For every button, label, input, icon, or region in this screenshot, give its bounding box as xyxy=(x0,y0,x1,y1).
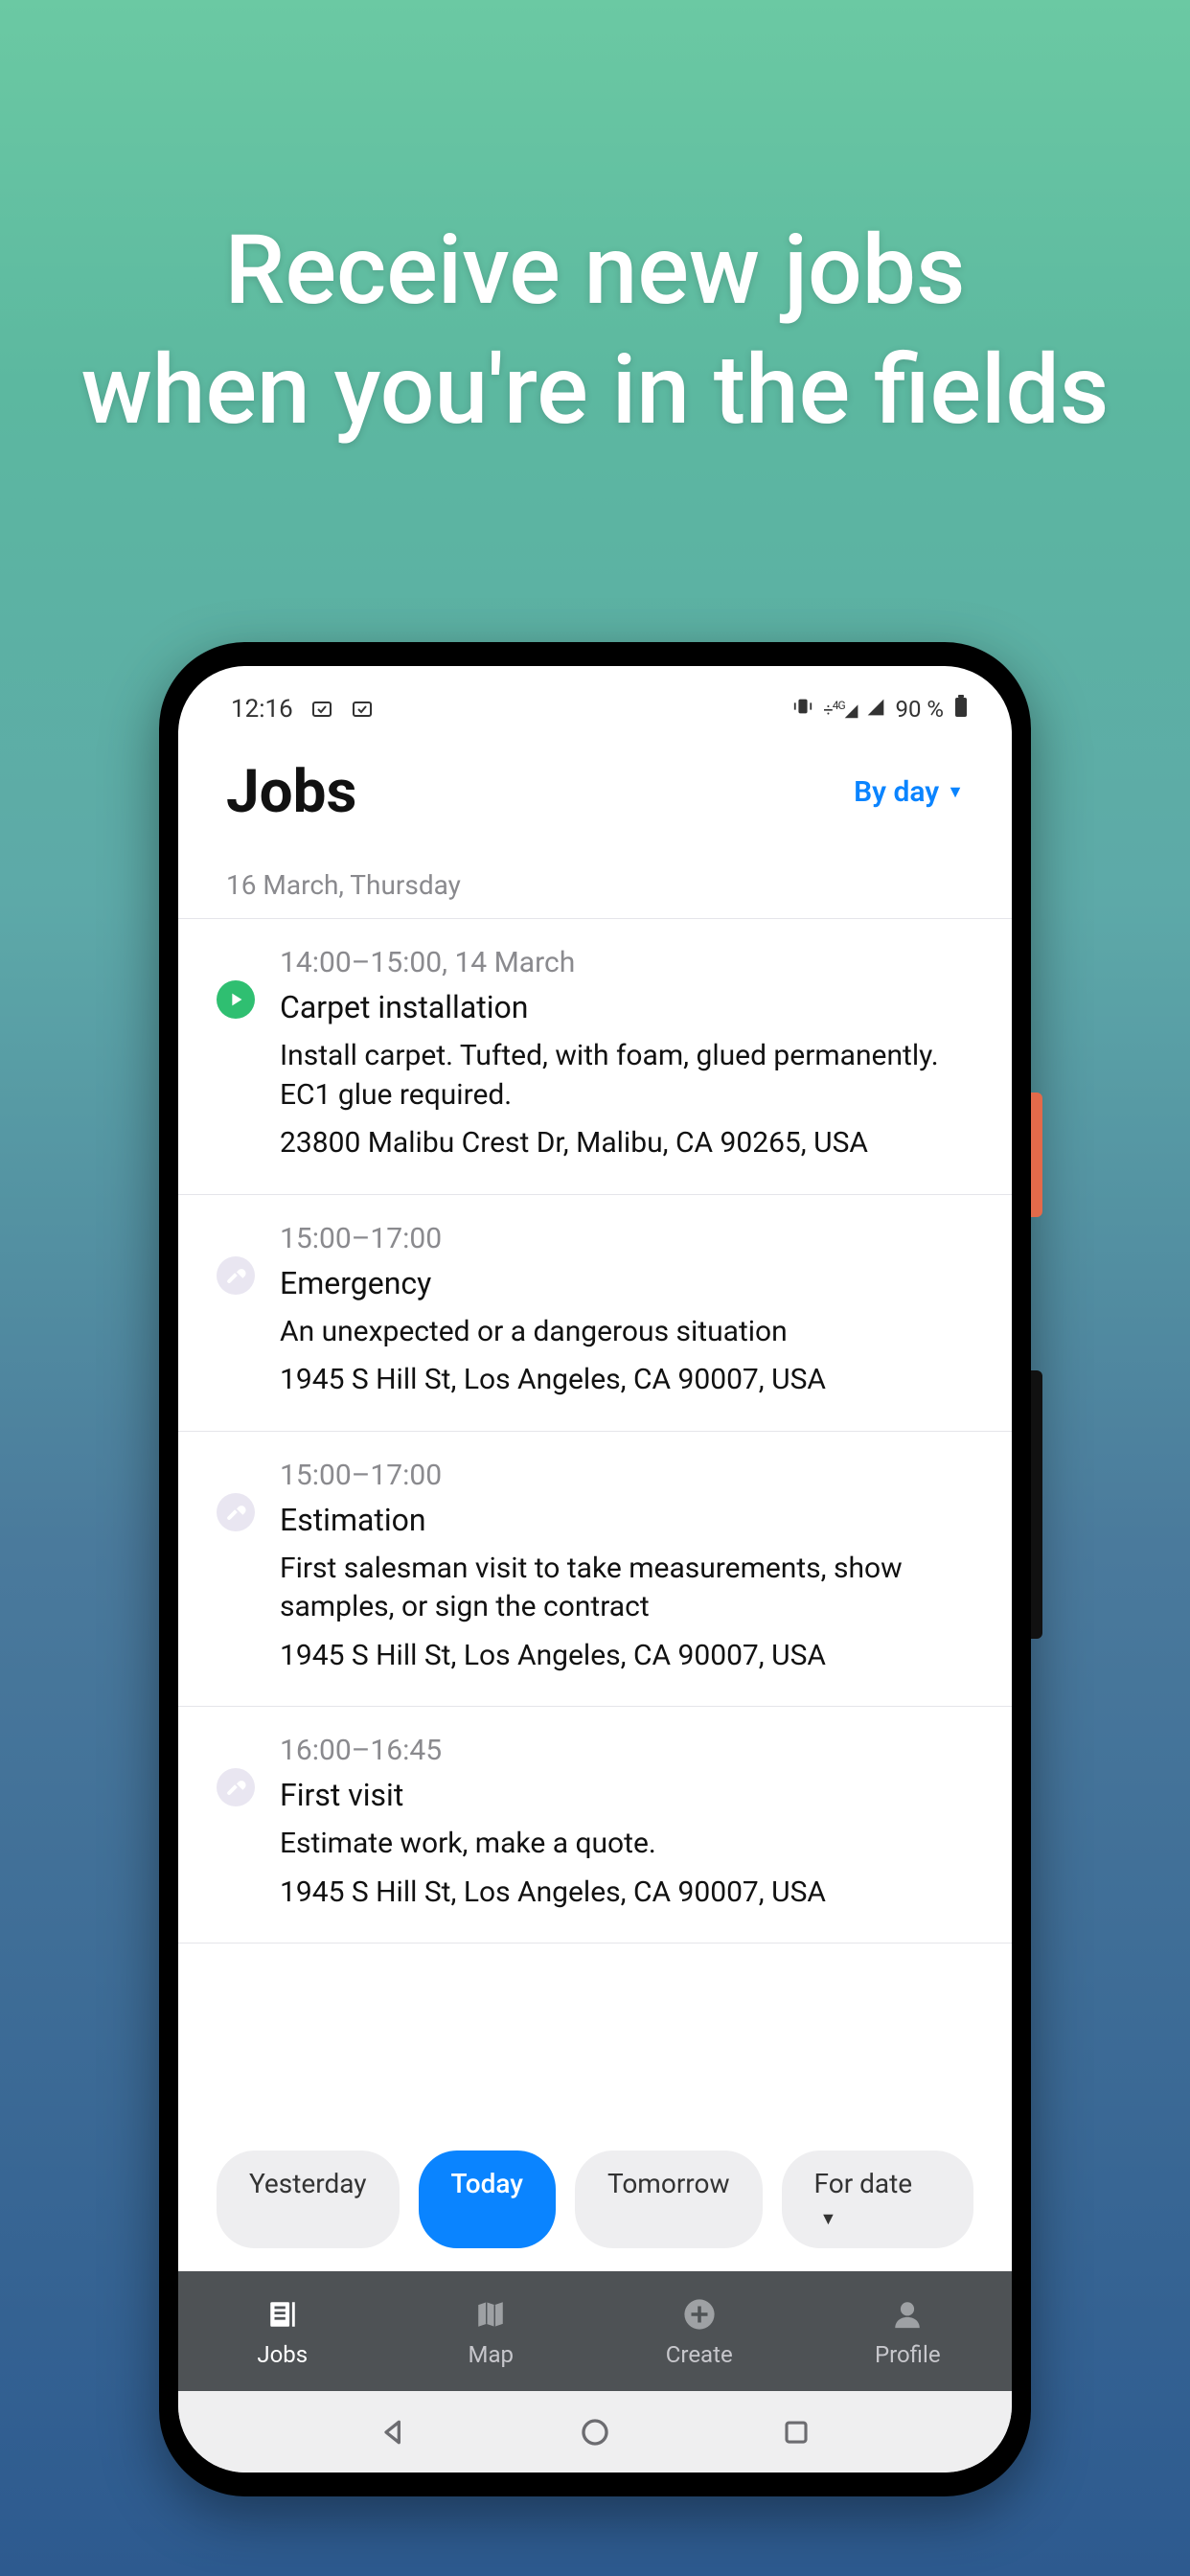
job-time: 16:00–16:45 xyxy=(280,1734,973,1767)
job-title: Emergency xyxy=(280,1265,973,1301)
job-status-icon-wrap xyxy=(217,1222,259,1400)
play-icon xyxy=(217,980,255,1019)
view-filter-dropdown[interactable]: By day ▼ xyxy=(854,775,964,809)
status-time: 12:16 xyxy=(231,695,293,724)
job-body: 16:00–16:45 First visit Estimate work, m… xyxy=(280,1734,973,1912)
page-header: Jobs By day ▼ xyxy=(178,738,1012,856)
chip-yesterday[interactable]: Yesterday xyxy=(217,2150,400,2248)
job-address: 1945 S Hill St, Los Angeles, CA 90007, U… xyxy=(280,1361,973,1400)
job-description: First salesman visit to take measurement… xyxy=(280,1550,973,1627)
chip-for-date[interactable]: For date ▼ xyxy=(782,2150,973,2248)
promo-line2: when you're in the fields xyxy=(81,334,1110,447)
status-right: ÷4G◢ 90 % xyxy=(792,695,969,724)
vibrate-icon xyxy=(792,696,813,723)
nav-label: Create xyxy=(666,2341,733,2368)
job-time: 15:00–17:00 xyxy=(280,1459,973,1492)
android-system-nav xyxy=(178,2391,1012,2472)
job-card[interactable]: 15:00–17:00 Emergency An unexpected or a… xyxy=(178,1195,1012,1432)
promo-line1: Receive new jobs xyxy=(225,215,966,327)
job-title: Carpet installation xyxy=(280,989,973,1025)
app-status-icon xyxy=(310,698,333,721)
wrench-icon xyxy=(217,1256,255,1295)
page-title: Jobs xyxy=(226,757,356,827)
filter-label: By day xyxy=(854,775,939,809)
job-body: 15:00–17:00 Emergency An unexpected or a… xyxy=(280,1222,973,1400)
chip-tomorrow[interactable]: Tomorrow xyxy=(575,2150,763,2248)
job-address: 1945 S Hill St, Los Angeles, CA 90007, U… xyxy=(280,1874,973,1913)
back-button[interactable] xyxy=(374,2412,414,2452)
date-header: 16 March, Thursday xyxy=(178,856,1012,919)
promo-headline: Receive new jobs when you're in the fiel… xyxy=(81,211,1110,450)
map-icon xyxy=(471,2295,510,2334)
phone-volume-button xyxy=(1031,1370,1042,1639)
job-address: 1945 S Hill St, Los Angeles, CA 90007, U… xyxy=(280,1637,973,1676)
job-card[interactable]: 16:00–16:45 First visit Estimate work, m… xyxy=(178,1707,1012,1944)
battery-icon xyxy=(953,695,969,724)
chip-today[interactable]: Today xyxy=(419,2150,556,2248)
status-left: 12:16 xyxy=(231,695,374,724)
signal-icon xyxy=(866,696,885,723)
app-status-icon xyxy=(351,698,374,721)
job-address: 23800 Malibu Crest Dr, Malibu, CA 90265,… xyxy=(280,1124,973,1163)
nav-label: Jobs xyxy=(257,2341,308,2368)
date-chips: Yesterday Today Tomorrow For date ▼ xyxy=(178,2129,1012,2271)
chevron-down-icon: ▼ xyxy=(820,2209,837,2229)
job-card[interactable]: 15:00–17:00 Estimation First salesman vi… xyxy=(178,1432,1012,1708)
job-description: Estimate work, make a quote. xyxy=(280,1825,973,1864)
job-status-icon-wrap xyxy=(217,1459,259,1676)
wrench-icon xyxy=(217,1768,255,1806)
jobs-icon xyxy=(263,2295,302,2334)
nav-label: Profile xyxy=(875,2341,941,2368)
home-button[interactable] xyxy=(575,2412,615,2452)
job-body: 14:00–15:00, 14 March Carpet installatio… xyxy=(280,946,973,1163)
job-time: 14:00–15:00, 14 March xyxy=(280,946,973,979)
app-screen: 12:16 ÷4G◢ 90 % xyxy=(178,666,1012,2472)
chip-for-date-label: For date xyxy=(814,2168,913,2199)
nav-label: Map xyxy=(469,2341,514,2368)
phone-frame: 12:16 ÷4G◢ 90 % xyxy=(159,642,1031,2496)
battery-pct: 90 % xyxy=(895,696,944,723)
jobs-list[interactable]: 14:00–15:00, 14 March Carpet installatio… xyxy=(178,919,1012,2129)
job-description: Install carpet. Tufted, with foam, glued… xyxy=(280,1037,973,1115)
nav-map[interactable]: Map xyxy=(387,2271,596,2391)
nav-jobs[interactable]: Jobs xyxy=(178,2271,387,2391)
wrench-icon xyxy=(217,1493,255,1531)
job-title: Estimation xyxy=(280,1502,973,1538)
bottom-nav: Jobs Map Create Profile xyxy=(178,2271,1012,2391)
job-description: An unexpected or a dangerous situation xyxy=(280,1313,973,1352)
job-status-icon-wrap xyxy=(217,1734,259,1912)
job-title: First visit xyxy=(280,1777,973,1813)
nav-create[interactable]: Create xyxy=(595,2271,804,2391)
job-time: 15:00–17:00 xyxy=(280,1222,973,1255)
phone-power-button xyxy=(1031,1092,1042,1217)
nav-profile[interactable]: Profile xyxy=(804,2271,1013,2391)
status-bar: 12:16 ÷4G◢ 90 % xyxy=(178,680,1012,738)
job-status-icon-wrap xyxy=(217,946,259,1163)
job-card[interactable]: 14:00–15:00, 14 March Carpet installatio… xyxy=(178,919,1012,1195)
network-icons: ÷4G◢ xyxy=(823,699,857,721)
profile-icon xyxy=(888,2295,927,2334)
chevron-down-icon: ▼ xyxy=(947,782,964,802)
add-icon xyxy=(680,2295,719,2334)
recent-apps-button[interactable] xyxy=(776,2412,816,2452)
job-body: 15:00–17:00 Estimation First salesman vi… xyxy=(280,1459,973,1676)
